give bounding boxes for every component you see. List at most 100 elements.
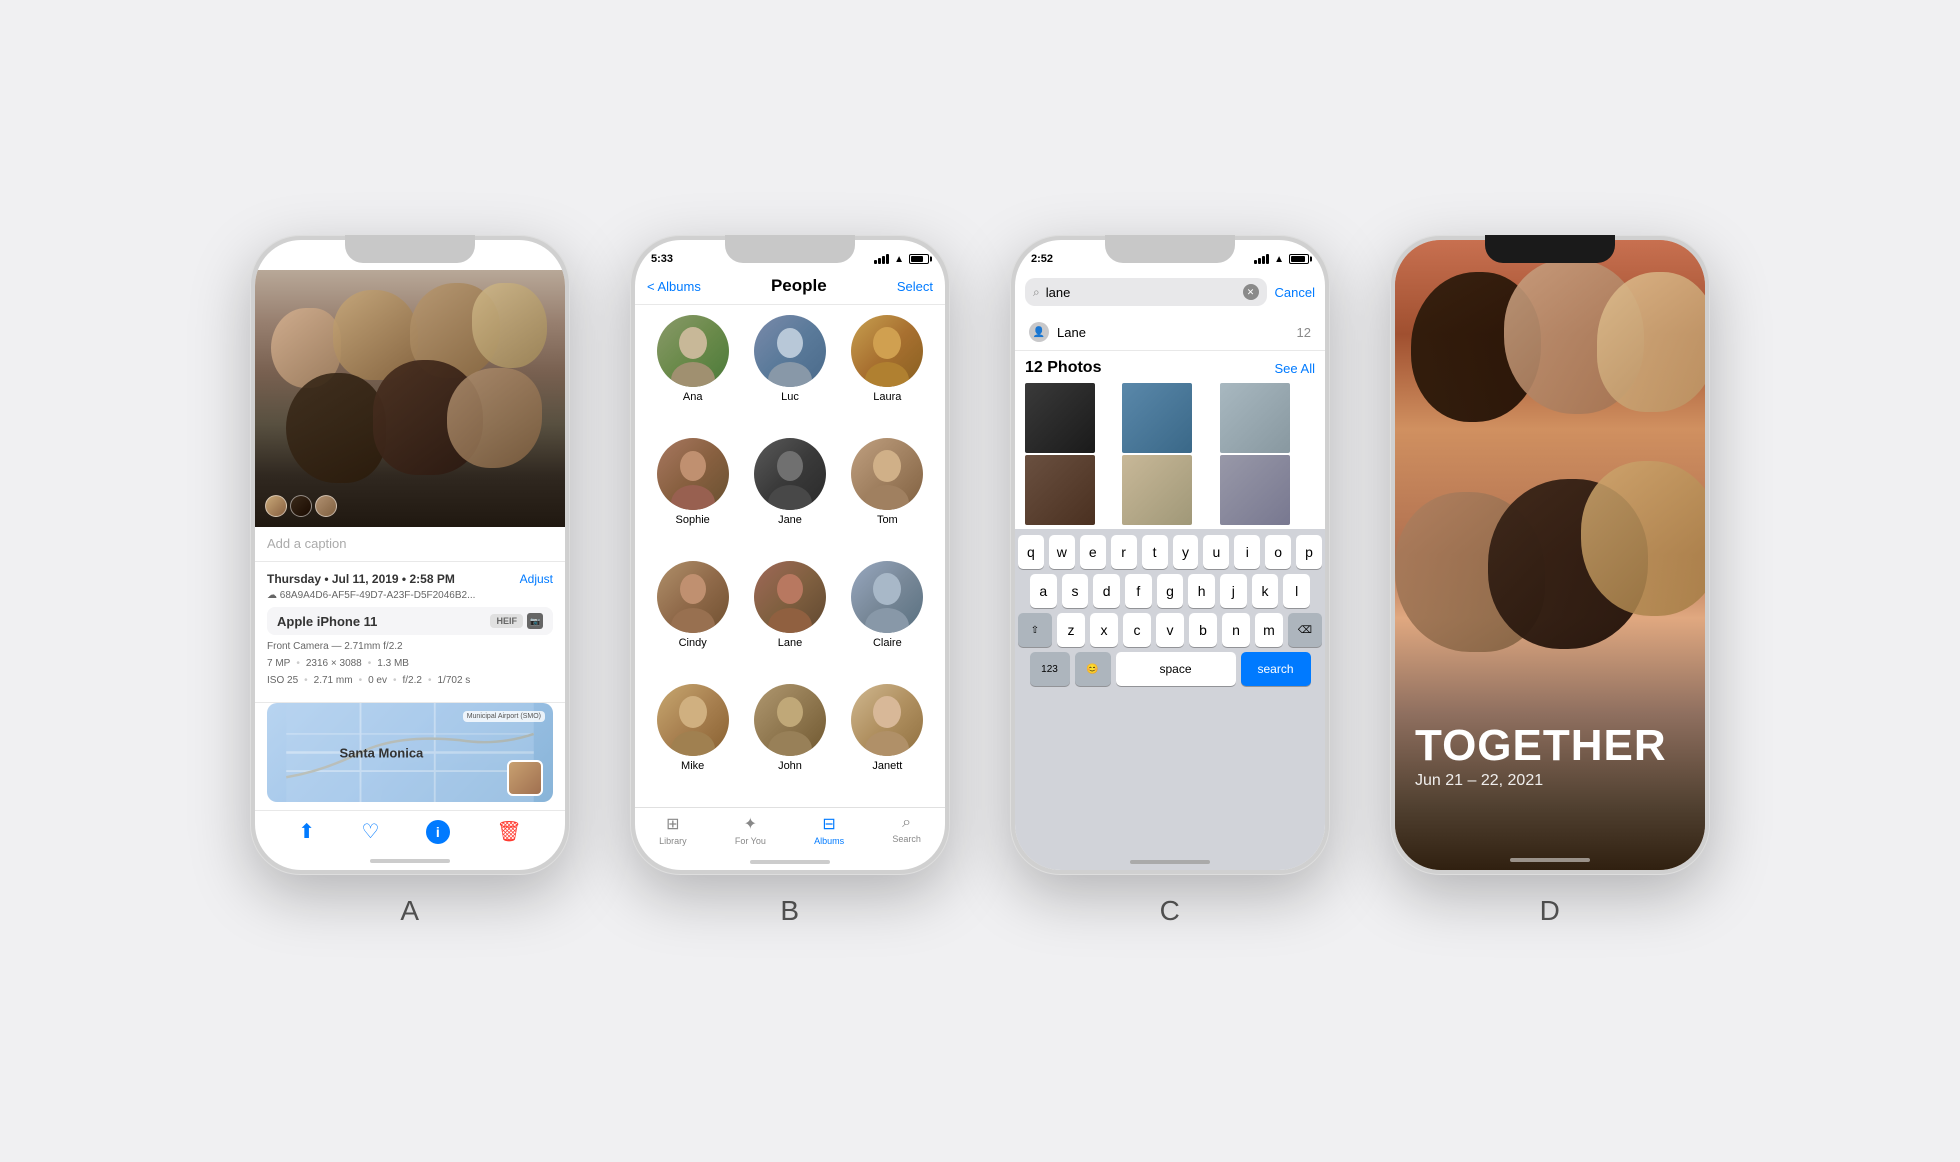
avatar-janett xyxy=(851,684,923,756)
key-z[interactable]: z xyxy=(1057,613,1085,647)
key-f[interactable]: f xyxy=(1125,574,1152,608)
keyboard: q w e r t y u i o p a s xyxy=(1015,529,1325,854)
heif-badge: HEIF xyxy=(490,614,523,628)
map-area[interactable]: Santa Monica Municipal Airport (SMO) xyxy=(267,703,553,802)
phone-b-screen: 5:33 ▲ xyxy=(635,240,945,870)
photo-thumb-4[interactable] xyxy=(1025,455,1095,525)
see-all-button[interactable]: See All xyxy=(1275,361,1315,376)
person-mike[interactable]: Mike xyxy=(647,684,738,797)
person-lane[interactable]: Lane xyxy=(744,561,835,674)
key-search[interactable]: search xyxy=(1241,652,1311,686)
suggestion-row[interactable]: 👤 Lane 12 xyxy=(1015,314,1325,351)
key-q[interactable]: q xyxy=(1018,535,1044,569)
tab-search[interactable]: ⌕ Search xyxy=(892,814,921,846)
person-luc[interactable]: Luc xyxy=(744,315,835,428)
avatar-sophie xyxy=(657,438,729,510)
photo-area-a[interactable] xyxy=(255,270,565,527)
caption-area[interactable]: Add a caption xyxy=(255,527,565,562)
person-claire[interactable]: Claire xyxy=(842,561,933,674)
trash-icon[interactable]: 🗑 xyxy=(496,819,521,844)
key-r[interactable]: r xyxy=(1111,535,1137,569)
key-j[interactable]: j xyxy=(1220,574,1247,608)
key-123[interactable]: 123 xyxy=(1030,652,1070,686)
phone-d: TOGETHER Jun 21 – 22, 2021 xyxy=(1390,235,1710,875)
exif-iso: ISO 25 xyxy=(267,675,298,686)
person-ana[interactable]: Ana xyxy=(647,315,738,428)
key-row-2: a s d f g h j k l xyxy=(1018,574,1322,608)
phone-c-wrapper: 2:52 ◂ ▲ xyxy=(1010,235,1330,927)
cancel-button[interactable]: Cancel xyxy=(1275,285,1315,300)
suggestion-left: 👤 Lane xyxy=(1029,322,1086,342)
tab-albums[interactable]: ⊟ Albums xyxy=(814,814,844,846)
adjust-button[interactable]: Adjust xyxy=(520,572,553,586)
share-icon[interactable]: ⬆ xyxy=(298,819,315,844)
heart-icon[interactable]: ♡ xyxy=(361,819,379,844)
key-a[interactable]: a xyxy=(1030,574,1057,608)
search-input[interactable]: lane xyxy=(1046,285,1237,300)
key-n[interactable]: n xyxy=(1222,613,1250,647)
key-l[interactable]: l xyxy=(1283,574,1310,608)
signal-icon xyxy=(874,254,889,264)
face-d-6 xyxy=(1581,461,1705,616)
key-space[interactable]: space xyxy=(1116,652,1236,686)
key-y[interactable]: y xyxy=(1173,535,1199,569)
photo-thumb-6[interactable] xyxy=(1220,455,1290,525)
key-s[interactable]: s xyxy=(1062,574,1089,608)
info-icon[interactable]: i xyxy=(426,820,450,844)
phone-a-wrapper: Add a caption Thursday • Jul 11, 2019 • … xyxy=(250,235,570,927)
suggestion-name: Lane xyxy=(1057,325,1086,340)
avatar-luc xyxy=(754,315,826,387)
person-tom[interactable]: Tom xyxy=(842,438,933,551)
key-m[interactable]: m xyxy=(1255,613,1283,647)
key-b[interactable]: b xyxy=(1189,613,1217,647)
key-p[interactable]: p xyxy=(1296,535,1322,569)
exif-filesize: 1.3 MB xyxy=(377,658,409,669)
key-emoji[interactable]: 😊 xyxy=(1075,652,1111,686)
back-albums-button[interactable]: < Albums xyxy=(647,279,701,294)
camera-icon: 📷 xyxy=(527,613,543,629)
key-h[interactable]: h xyxy=(1188,574,1215,608)
tab-library[interactable]: ⊞ Library xyxy=(659,814,687,846)
key-x[interactable]: x xyxy=(1090,613,1118,647)
fullscreen-photo: TOGETHER Jun 21 – 22, 2021 xyxy=(1395,240,1705,870)
photo-thumb-5[interactable] xyxy=(1122,455,1192,525)
caption-placeholder: Add a caption xyxy=(267,536,347,551)
person-laura[interactable]: Laura xyxy=(842,315,933,428)
person-name-lane: Lane xyxy=(778,637,802,649)
person-name-john: John xyxy=(778,760,802,772)
signal-c xyxy=(1254,254,1269,264)
person-john[interactable]: John xyxy=(744,684,835,797)
key-w[interactable]: w xyxy=(1049,535,1075,569)
key-o[interactable]: o xyxy=(1265,535,1291,569)
avatar-mike xyxy=(657,684,729,756)
key-g[interactable]: g xyxy=(1157,574,1184,608)
tab-for-you[interactable]: ✦ For You xyxy=(735,814,766,846)
key-u[interactable]: u xyxy=(1203,535,1229,569)
photo-thumb-1[interactable] xyxy=(1025,383,1095,453)
key-delete[interactable]: ⌫ xyxy=(1288,613,1322,647)
label-d: D xyxy=(1540,895,1561,927)
key-d[interactable]: d xyxy=(1093,574,1120,608)
key-v[interactable]: v xyxy=(1156,613,1184,647)
key-e[interactable]: e xyxy=(1080,535,1106,569)
key-shift[interactable]: ⇧ xyxy=(1018,613,1052,647)
device-row: Apple iPhone 11 HEIF 📷 xyxy=(267,607,553,635)
person-jane[interactable]: Jane xyxy=(744,438,835,551)
key-t[interactable]: t xyxy=(1142,535,1168,569)
person-name-laura: Laura xyxy=(873,391,901,403)
exif-f: f/2.2 xyxy=(403,675,422,686)
key-k[interactable]: k xyxy=(1252,574,1279,608)
person-cindy[interactable]: Cindy xyxy=(647,561,738,674)
select-button[interactable]: Select xyxy=(897,279,933,294)
photo-thumb-3[interactable] xyxy=(1220,383,1290,453)
person-janett[interactable]: Janett xyxy=(842,684,933,797)
search-input-box[interactable]: ⌕ lane ✕ xyxy=(1025,278,1267,306)
key-i[interactable]: i xyxy=(1234,535,1260,569)
key-c[interactable]: c xyxy=(1123,613,1151,647)
person-name-ana: Ana xyxy=(683,391,703,403)
notch-b xyxy=(725,235,855,263)
exif-mp: 7 MP xyxy=(267,658,290,669)
person-sophie[interactable]: Sophie xyxy=(647,438,738,551)
photo-thumb-2[interactable] xyxy=(1122,383,1192,453)
search-clear-button[interactable]: ✕ xyxy=(1243,284,1259,300)
